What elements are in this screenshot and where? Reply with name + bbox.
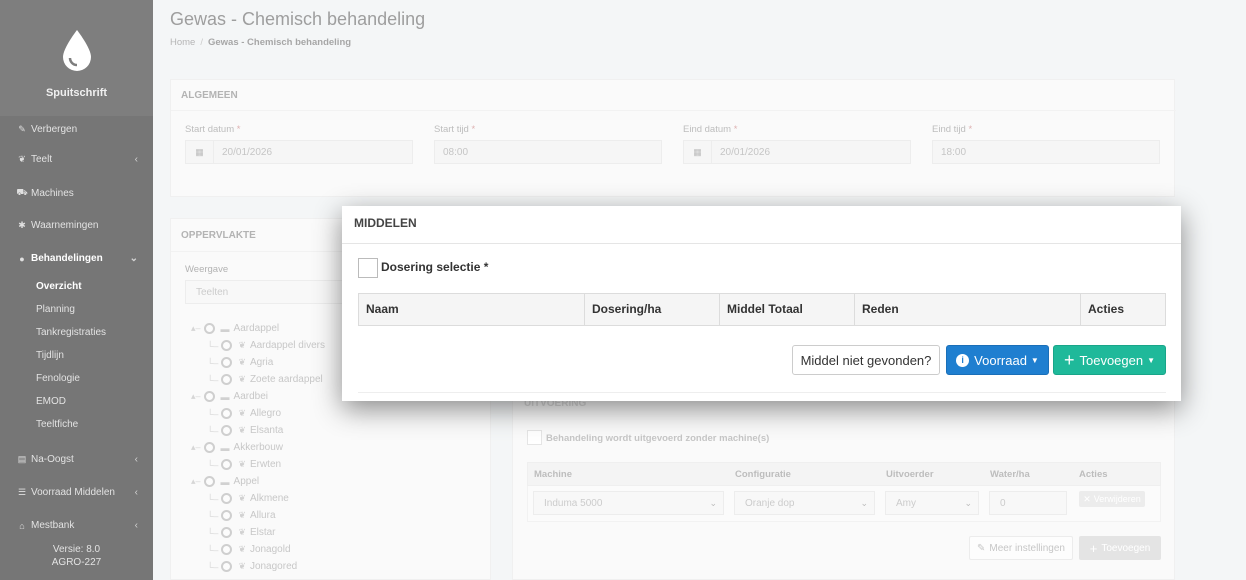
- plus-icon: +: [1063, 350, 1075, 370]
- middelen-modal: MIDDELEN Dosering selectie * Naam Doseri…: [342, 206, 1181, 401]
- toevoegen-button[interactable]: + Toevoegen ▼: [1053, 345, 1166, 375]
- dosering-selectie-label: Dosering selectie *: [381, 260, 489, 274]
- modal-title: MIDDELEN: [354, 216, 417, 230]
- col-reden: Reden: [855, 294, 1081, 325]
- middelen-table-header: Naam Dosering/ha Middel Totaal Reden Act…: [358, 293, 1166, 326]
- dosering-selectie-checkbox[interactable]: [358, 258, 378, 278]
- caret-down-icon: ▼: [1030, 355, 1039, 365]
- caret-down-icon: ▼: [1147, 355, 1156, 365]
- info-icon: i: [956, 353, 970, 367]
- col-naam: Naam: [359, 294, 585, 325]
- col-middel-totaal: Middel Totaal: [720, 294, 855, 325]
- col-dosering: Dosering/ha: [585, 294, 720, 325]
- modal-footer-line: [358, 392, 1166, 393]
- middel-niet-gevonden-button[interactable]: Middel niet gevonden?: [792, 345, 940, 375]
- col-acties: Acties: [1088, 302, 1125, 316]
- modal-divider: [342, 243, 1181, 244]
- voorraad-button[interactable]: i Voorraad ▼: [946, 345, 1049, 375]
